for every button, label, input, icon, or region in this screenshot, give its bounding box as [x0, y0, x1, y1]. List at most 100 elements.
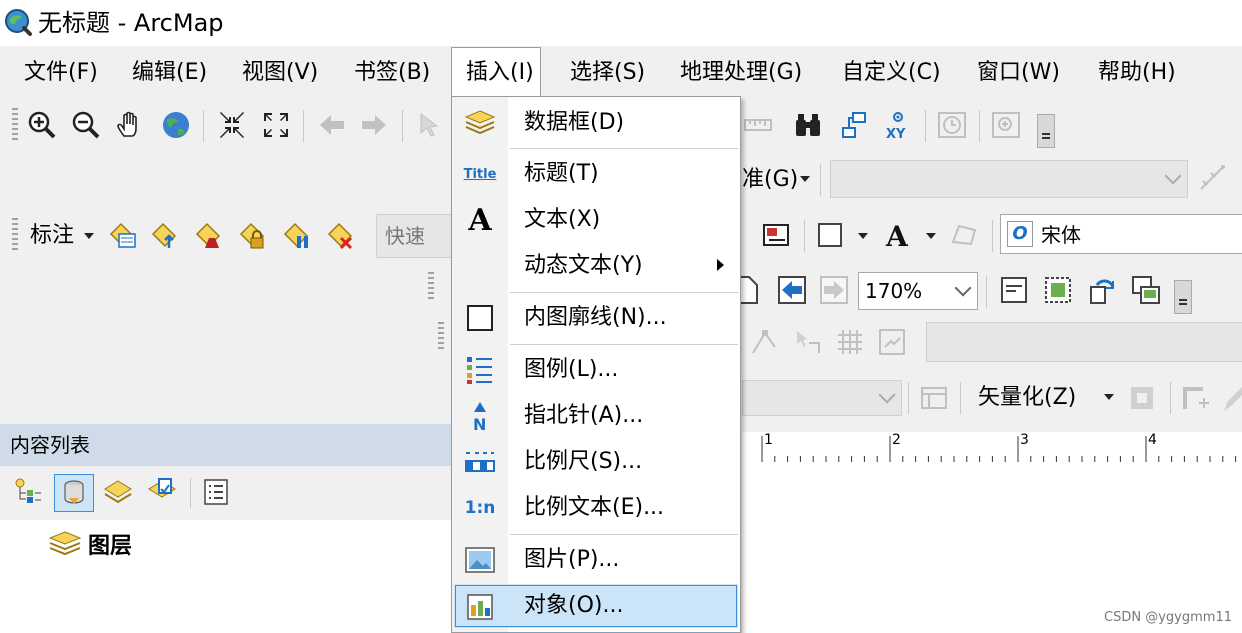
menu-item-title[interactable]: Title 标题(T): [452, 151, 740, 197]
list-by-drawing-order-icon[interactable]: [12, 476, 44, 508]
label-priority-icon[interactable]: [148, 219, 180, 251]
menu-item-legend[interactable]: 图例(L)...: [452, 347, 740, 393]
find-binoculars-icon[interactable]: [792, 109, 824, 141]
insert-menu-dropdown: 数据框(D) Title 标题(T) A 文本(X) 动态文本(Y) 内图廓线(…: [451, 96, 741, 633]
fixed-zoom-in-icon[interactable]: [216, 109, 248, 141]
go-to-xy-icon[interactable]: XY: [882, 109, 914, 141]
list-by-visibility-icon[interactable]: [102, 476, 134, 508]
pencil-icon[interactable]: [1218, 382, 1242, 414]
neatline-icon: [464, 302, 496, 334]
focus-data-frame-icon[interactable]: [1042, 274, 1074, 306]
menu-item-scale-text[interactable]: 1:n 比例文本(E)...: [452, 485, 740, 531]
menu-item-label: 数据框(D): [524, 110, 625, 135]
menu-selection[interactable]: 选择(S): [558, 48, 657, 98]
menu-customize[interactable]: 自定义(C): [830, 48, 953, 98]
pause-labeling-icon[interactable]: [280, 219, 312, 251]
menu-item-picture[interactable]: 图片(P)...: [452, 537, 740, 583]
zoom-out-icon[interactable]: [70, 109, 102, 141]
list-by-source-icon[interactable]: [54, 474, 94, 512]
view-unplaced-labels-icon[interactable]: [324, 219, 356, 251]
menu-windows[interactable]: 窗口(W): [965, 48, 1072, 98]
font-name-value: 宋体: [1041, 223, 1081, 247]
title-bar: 无标题 - ArcMap: [0, 0, 1242, 46]
disabled-combo-box[interactable]: [830, 160, 1188, 198]
standard-toolbar-label[interactable]: 准(G): [742, 162, 798, 198]
fixed-zoom-out-icon[interactable]: [260, 109, 292, 141]
layout-forward-icon[interactable]: [818, 274, 850, 306]
menu-edit[interactable]: 编辑(E): [120, 48, 219, 98]
menu-view[interactable]: 视图(V): [230, 48, 330, 98]
menu-insert[interactable]: 插入(I): [451, 47, 541, 97]
disabled-editor-combo[interactable]: [926, 322, 1242, 362]
font-color-icon[interactable]: A: [882, 219, 914, 251]
select-elements-icon[interactable]: [414, 109, 446, 141]
zoom-in-icon[interactable]: [26, 109, 58, 141]
menu-file[interactable]: 文件(F): [12, 48, 110, 98]
layout-toolbar-overflow-button[interactable]: [1174, 280, 1192, 314]
toolbar-grip[interactable]: [12, 108, 18, 142]
list-by-selection-icon[interactable]: [146, 476, 178, 508]
menu-item-north-arrow[interactable]: N 指北针(A)...: [452, 393, 740, 439]
layout-toolbar-grip[interactable]: [428, 272, 434, 302]
sketch-tool-icon[interactable]: [1196, 162, 1228, 194]
menu-bookmarks[interactable]: 书签(B): [342, 48, 442, 98]
layout-ruler: 1 2 3 4: [742, 432, 1242, 467]
font-name-combo[interactable]: O 宋体: [1000, 214, 1242, 254]
chevron-down-icon[interactable]: [84, 233, 94, 239]
menu-item-neatline[interactable]: 内图廓线(N)...: [452, 295, 740, 341]
zoom-level-combo[interactable]: 170%: [858, 272, 978, 310]
layout-view[interactable]: [742, 466, 1242, 633]
magnifier-window-icon[interactable]: [990, 109, 1022, 141]
forward-arrow-icon[interactable]: [358, 109, 390, 141]
find-route-icon[interactable]: [838, 109, 870, 141]
toc-options-icon[interactable]: [200, 476, 232, 508]
ruler-tick-label: 3: [1020, 432, 1029, 448]
quick-style-combo[interactable]: 快速: [376, 214, 456, 258]
north-arrow-icon: N: [464, 400, 496, 432]
reshape-icon[interactable]: [792, 326, 824, 358]
labeling-menu[interactable]: 标注: [30, 218, 74, 254]
root-layer-label[interactable]: 图层: [88, 528, 132, 560]
chevron-down-icon[interactable]: [926, 233, 936, 239]
raster-cleanup-icon[interactable]: [1180, 382, 1212, 414]
measure-icon[interactable]: [742, 109, 774, 141]
menu-item-scale-bar[interactable]: 比例尺(S)...: [452, 439, 740, 485]
change-layout-icon[interactable]: [1086, 274, 1118, 306]
grid-icon[interactable]: [834, 326, 866, 358]
editor-toolbar-grip[interactable]: [438, 322, 444, 352]
label-weights-icon[interactable]: [192, 219, 224, 251]
edit-vertices-icon[interactable]: [748, 326, 780, 358]
chevron-down-icon[interactable]: [1104, 394, 1114, 400]
menu-item-dynamic-text[interactable]: 动态文本(Y): [452, 243, 740, 289]
draw-polygon-icon[interactable]: [948, 219, 980, 251]
fill-color-icon[interactable]: [814, 219, 846, 251]
disabled-layer-combo[interactable]: [742, 380, 902, 416]
pan-hand-icon[interactable]: [114, 109, 146, 141]
attributes-icon[interactable]: [876, 326, 908, 358]
chevron-down-icon[interactable]: [858, 233, 868, 239]
label-manager-icon[interactable]: [106, 219, 138, 251]
menu-item-object[interactable]: 对象(O)...: [454, 584, 738, 628]
data-driven-pages-icon[interactable]: [1130, 274, 1162, 306]
menu-item-label: 动态文本(Y): [524, 253, 643, 278]
labeling-toolbar-grip[interactable]: [12, 218, 18, 252]
menu-help[interactable]: 帮助(H): [1086, 48, 1188, 98]
back-arrow-icon[interactable]: [316, 109, 348, 141]
new-rectangle-text-icon[interactable]: [760, 219, 792, 251]
menu-geoprocessing[interactable]: 地理处理(G): [668, 48, 814, 98]
menu-item-label: 标题(T): [524, 161, 599, 186]
time-slider-icon[interactable]: [936, 109, 968, 141]
zoom-level-value: 170%: [865, 279, 923, 303]
vectorize-window-icon[interactable]: [918, 382, 950, 414]
layers-data-frame-icon[interactable]: [48, 530, 82, 558]
toolbar-overflow-button[interactable]: [1037, 114, 1055, 148]
chevron-down-icon[interactable]: [800, 176, 810, 182]
layout-back-icon[interactable]: [776, 274, 808, 306]
menu-item-text[interactable]: A 文本(X): [452, 197, 740, 243]
vectorization-menu[interactable]: 矢量化(Z): [978, 380, 1076, 416]
toggle-draft-mode-icon[interactable]: [998, 274, 1030, 306]
menu-item-data-frame[interactable]: 数据框(D): [452, 100, 740, 146]
full-extent-globe-icon[interactable]: [160, 109, 192, 141]
vectorize-settings-icon[interactable]: [1126, 382, 1158, 414]
lock-labels-icon[interactable]: [236, 219, 268, 251]
